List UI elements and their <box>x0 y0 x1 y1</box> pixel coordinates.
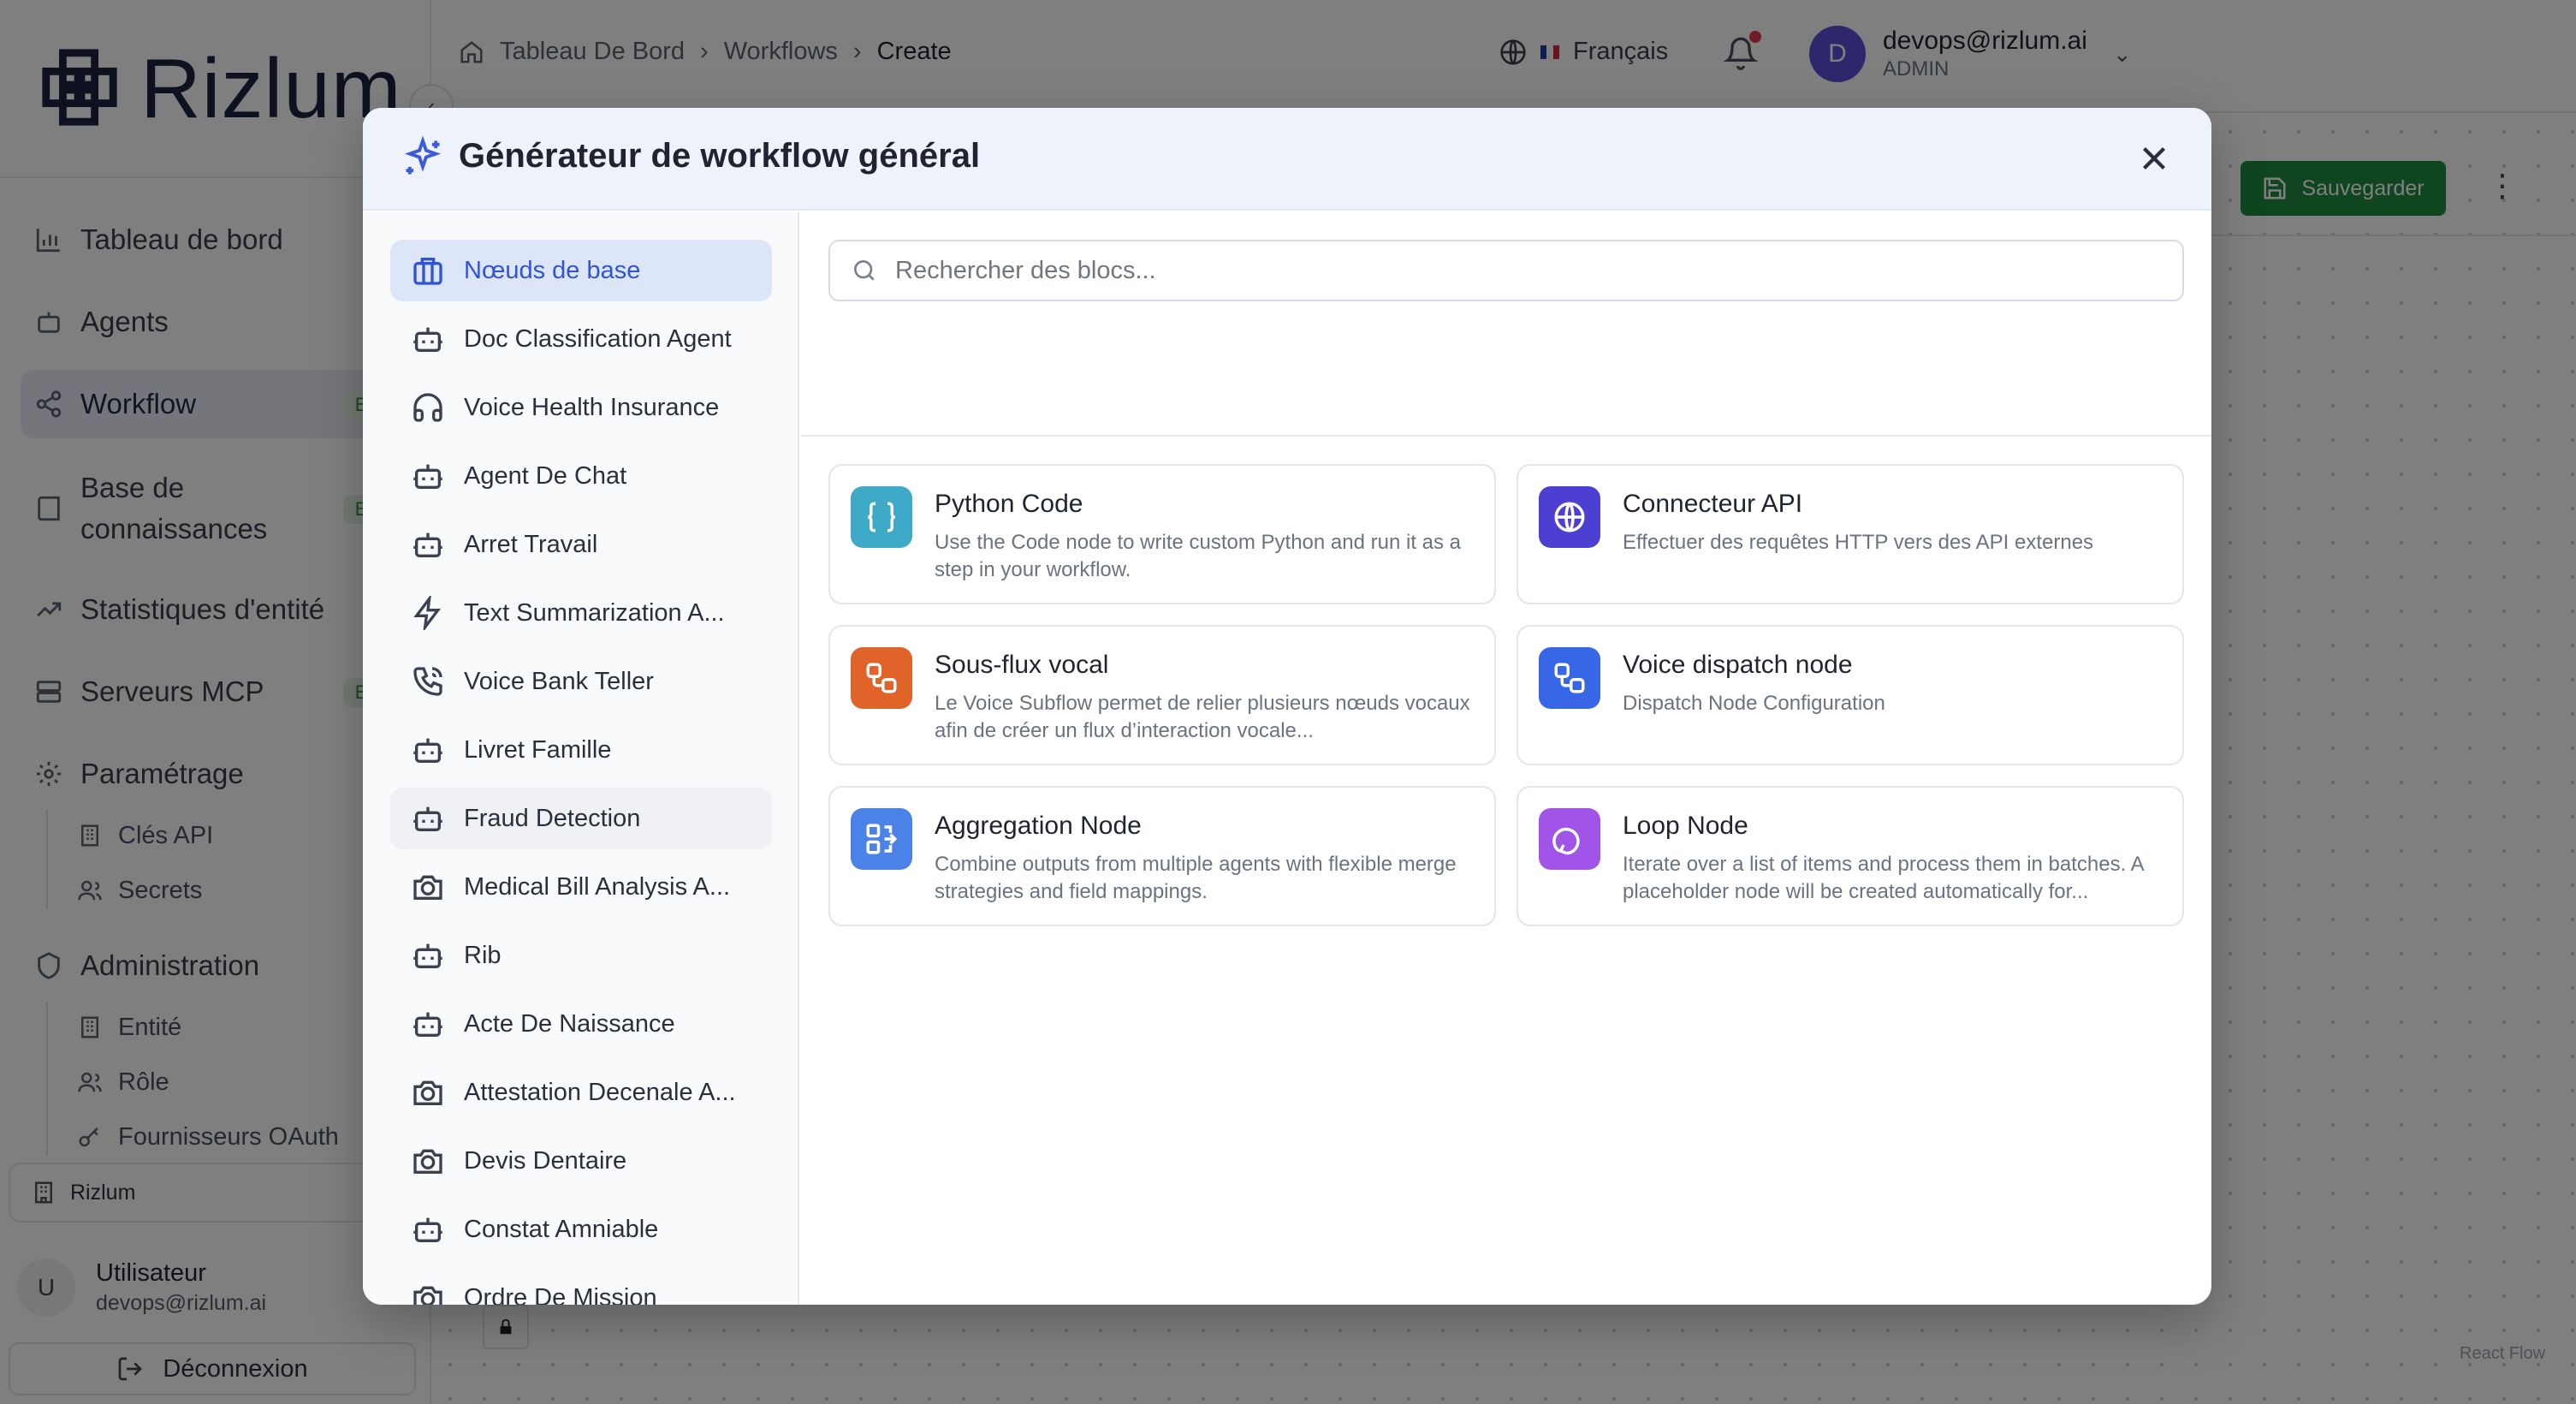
workflow-icon <box>1539 647 1600 709</box>
zap-icon <box>413 596 441 630</box>
category-label: Doc Classification Agent <box>464 324 732 353</box>
block-description: Effectuer des requêtes HTTP vers des API… <box>1623 531 2094 554</box>
category-item[interactable]: Arret Travail <box>390 514 772 575</box>
divider <box>801 435 2211 437</box>
category-item[interactable]: Fraud Detection <box>390 788 772 849</box>
category-item[interactable]: Constat Amniable <box>390 1199 772 1260</box>
bot-icon <box>413 327 442 352</box>
blocks-panel: Python Code Use the Code node to write c… <box>801 212 2211 1305</box>
category-list: Nœuds de base Doc Classification Agent V… <box>363 212 799 1305</box>
headphones-icon <box>413 393 442 422</box>
category-label: Rib <box>464 941 502 969</box>
block-description: Combine outputs from multiple agents wit… <box>935 853 1457 903</box>
category-item[interactable]: Attestation Decenale A... <box>390 1062 772 1123</box>
bot-icon <box>413 806 442 831</box>
phone-icon <box>413 667 442 696</box>
block-title: Voice dispatch node <box>1623 651 1853 679</box>
globe-icon <box>1539 486 1600 548</box>
block-card-loop[interactable]: Loop Node Iterate over a list of items a… <box>1517 786 2184 926</box>
bot-icon <box>413 943 442 968</box>
category-item[interactable]: Rib <box>390 925 772 986</box>
search-icon <box>854 260 875 281</box>
bot-icon <box>413 1217 442 1242</box>
camera-icon <box>413 1286 442 1305</box>
code-braces-icon <box>851 486 912 548</box>
category-item[interactable]: Devis Dentaire <box>390 1130 772 1192</box>
category-label: Livret Famille <box>464 735 612 764</box>
bot-icon <box>413 464 442 489</box>
block-description: Dispatch Node Configuration <box>1623 692 1885 715</box>
block-title: Loop Node <box>1623 812 1748 840</box>
search-input[interactable] <box>895 256 2162 285</box>
category-label: Arret Travail <box>464 530 598 558</box>
category-label: Fraud Detection <box>464 804 641 832</box>
category-item[interactable]: Voice Health Insurance <box>390 377 772 438</box>
category-label: Agent De Chat <box>464 461 627 490</box>
block-card-voice-subflow[interactable]: Sous-flux vocal Le Voice Subflow permet … <box>828 625 1496 765</box>
bot-icon <box>413 1012 442 1037</box>
modal-title: Générateur de workflow général <box>459 137 981 175</box>
camera-icon <box>413 875 442 900</box>
category-item[interactable]: Doc Classification Agent <box>390 308 772 370</box>
category-label: Devis Dentaire <box>464 1146 627 1175</box>
category-item[interactable]: Agent De Chat <box>390 445 772 507</box>
category-item[interactable]: Medical Bill Analysis A... <box>390 856 772 918</box>
loop-icon <box>1539 808 1600 870</box>
category-item-base-nodes[interactable]: Nœuds de base <box>390 240 772 301</box>
block-title: Python Code <box>935 490 1083 518</box>
merge-icon <box>851 808 912 870</box>
category-item[interactable]: Livret Famille <box>390 719 772 781</box>
block-description: Use the Code node to write custom Python… <box>935 531 1462 581</box>
block-search <box>828 240 2184 301</box>
category-label: Constat Amniable <box>464 1215 659 1243</box>
category-label: Voice Bank Teller <box>464 667 654 695</box>
workflow-icon <box>851 647 912 709</box>
modal-header: Générateur de workflow général <box>363 108 2211 211</box>
category-label: Text Summarization A... <box>464 598 725 627</box>
camera-icon <box>413 1080 442 1105</box>
camera-icon <box>413 1149 442 1174</box>
category-item[interactable]: Ordre De Mission <box>390 1267 772 1305</box>
close-icon[interactable] <box>2134 139 2174 178</box>
bot-icon <box>413 738 442 763</box>
building-icon <box>413 258 442 285</box>
category-label: Acte De Naissance <box>464 1009 675 1038</box>
sparkles-icon <box>404 135 442 175</box>
category-label: Medical Bill Analysis A... <box>464 872 731 901</box>
block-title: Sous-flux vocal <box>935 651 1109 679</box>
category-label: Ordre De Mission <box>464 1283 657 1306</box>
block-title: Aggregation Node <box>935 812 1142 840</box>
workflow-generator-modal: Générateur de workflow général Nœuds de … <box>363 108 2211 1305</box>
category-label: Attestation Decenale A... <box>464 1078 736 1106</box>
block-card-voice-dispatch[interactable]: Voice dispatch node Dispatch Node Config… <box>1517 625 2184 765</box>
category-item[interactable]: Voice Bank Teller <box>390 651 772 712</box>
block-card-aggregation[interactable]: Aggregation Node Combine outputs from mu… <box>828 786 1496 926</box>
block-description: Iterate over a list of items and process… <box>1623 853 2144 903</box>
category-label: Voice Health Insurance <box>464 393 720 421</box>
category-item[interactable]: Text Summarization A... <box>390 582 772 644</box>
block-title: Connecteur API <box>1623 490 1803 518</box>
block-card-python-code[interactable]: Python Code Use the Code node to write c… <box>828 464 1496 604</box>
block-card-api-connector[interactable]: Connecteur API Effectuer des requêtes HT… <box>1517 464 2184 604</box>
category-label: Nœuds de base <box>464 256 641 284</box>
block-description: Le Voice Subflow permet de relier plusie… <box>935 692 1470 742</box>
category-item[interactable]: Acte De Naissance <box>390 993 772 1055</box>
bot-icon <box>413 532 442 557</box>
